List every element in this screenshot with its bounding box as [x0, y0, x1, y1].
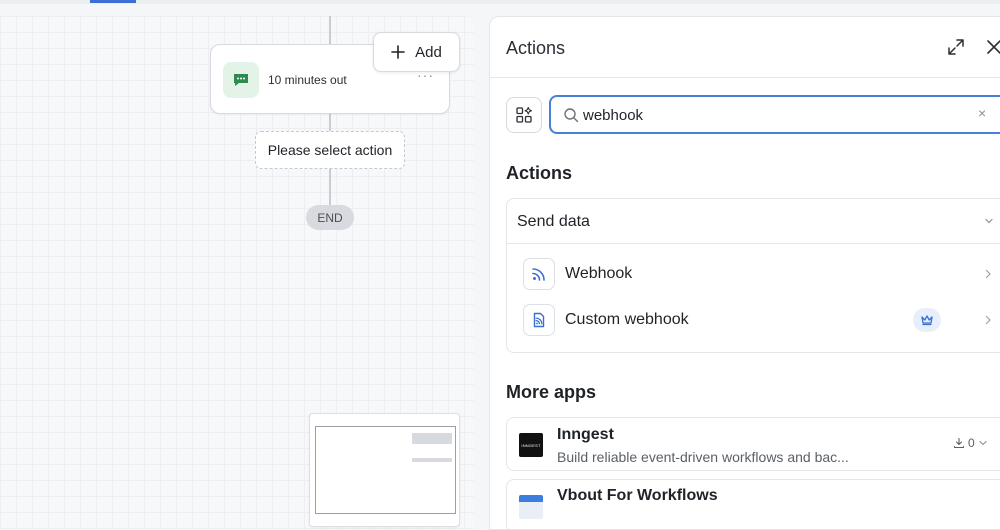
- app-description: Build reliable event-driven workflows an…: [557, 449, 849, 465]
- workflow-canvas[interactable]: 10 minutes out ··· Add Please select act…: [0, 16, 474, 530]
- minimap-node: [412, 458, 452, 462]
- action-label: Webhook: [565, 265, 633, 282]
- connector-line: [329, 16, 331, 44]
- action-item-webhook[interactable]: Webhook: [507, 254, 1000, 294]
- chevron-right-icon: [985, 269, 991, 279]
- actions-section-title: Actions: [506, 163, 573, 183]
- add-button-label: Add: [415, 43, 442, 61]
- app-grid-button[interactable]: [506, 97, 542, 133]
- custom-webhook-icon: [523, 304, 555, 336]
- connector-line: [329, 114, 331, 131]
- minimap-viewport[interactable]: [315, 426, 456, 514]
- action-item-custom-webhook[interactable]: Custom webhook: [507, 300, 1000, 340]
- end-label: END: [317, 210, 343, 225]
- clear-search-icon[interactable]: ×: [978, 105, 986, 121]
- top-bar: [0, 0, 1000, 4]
- group-title: Send data: [517, 213, 590, 230]
- chevron-right-icon: [985, 315, 991, 325]
- vbout-logo: [519, 495, 543, 519]
- app-card-vbout[interactable]: Vbout For Workflows: [506, 479, 1000, 529]
- search-field[interactable]: ×: [549, 95, 1000, 134]
- search-input[interactable]: [583, 104, 943, 126]
- select-action-node[interactable]: Please select action: [255, 131, 405, 169]
- app-name: Vbout For Workflows: [557, 487, 718, 504]
- close-icon[interactable]: [984, 37, 1000, 57]
- webhook-icon: [523, 258, 555, 290]
- expand-icon[interactable]: [946, 37, 966, 57]
- premium-crown-icon: [913, 308, 941, 332]
- app-card-inngest[interactable]: INNGEST Inngest Build reliable event-dri…: [506, 417, 1000, 471]
- download-count: 0: [968, 436, 975, 450]
- group-header[interactable]: Send data: [507, 199, 1000, 244]
- plus-icon: [391, 45, 405, 59]
- more-apps-title: More apps: [506, 382, 597, 402]
- actions-panel: Actions × Actions Send data: [489, 16, 1000, 530]
- minimap[interactable]: [309, 413, 460, 527]
- download-icon: [953, 437, 965, 449]
- panel-header: Actions: [490, 17, 1000, 78]
- minimap-node: [412, 433, 452, 444]
- search-icon: [564, 108, 579, 123]
- chevron-down-icon: [985, 218, 993, 224]
- add-button[interactable]: Add: [373, 32, 460, 72]
- panel-title: Actions: [506, 38, 566, 58]
- chevron-down-icon: [979, 440, 987, 446]
- active-tab-indicator: [90, 0, 136, 3]
- app-name: Inngest: [557, 426, 614, 443]
- inngest-logo-text: INNGEST: [521, 442, 541, 448]
- end-node: END: [306, 205, 354, 230]
- action-group-send-data: Send data Webhook Custom webhook: [506, 198, 1000, 353]
- message-icon: [223, 62, 259, 98]
- trigger-node-label: 10 minutes out: [268, 73, 347, 87]
- connector-line: [329, 169, 331, 205]
- action-label: Custom webhook: [565, 311, 689, 328]
- app-downloads: 0: [953, 436, 988, 450]
- inngest-logo: INNGEST: [519, 433, 543, 457]
- select-action-label: Please select action: [267, 142, 393, 158]
- grid-icon: [516, 106, 532, 123]
